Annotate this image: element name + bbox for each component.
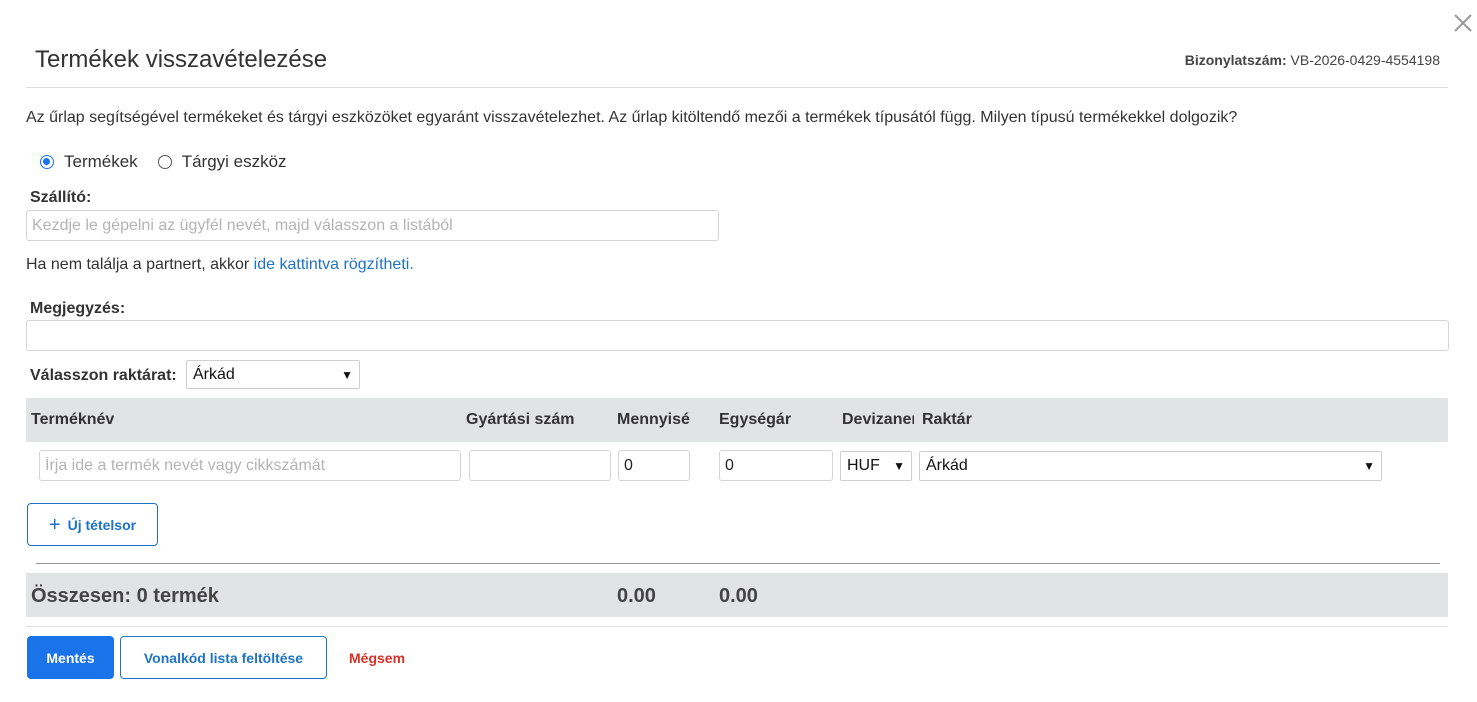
total-quantity: 0.00 [617, 585, 656, 607]
product-name-input[interactable] [39, 450, 461, 481]
note-input[interactable] [26, 320, 1449, 351]
currency-select-value: HUF [847, 457, 880, 474]
note-label: Megjegyzés: [30, 300, 126, 317]
add-row-button-label: Új tételsor [67, 516, 137, 533]
row-warehouse-select-value: Árkád [926, 457, 968, 474]
supplier-label: Szállító: [30, 189, 92, 206]
items-table-header: Terméknév Gyártási szám Mennyiség Egység… [26, 398, 1448, 442]
warehouse-select[interactable]: Árkád ▼ [186, 360, 360, 389]
cancel-button[interactable]: Mégsem [349, 650, 405, 666]
col-header-quantity: Mennyiség [617, 411, 690, 428]
add-row-button[interactable]: + Új tételsor [27, 503, 158, 546]
total-price: 0.00 [719, 585, 758, 607]
col-header-warehouse: Raktár [922, 411, 972, 428]
document-number-value: VB-2026-0429-4554198 [1290, 52, 1440, 68]
total-label: Összesen: 0 termék [31, 585, 219, 607]
footer-divider [26, 626, 1448, 627]
radio-unchecked-icon[interactable] [157, 155, 172, 169]
add-partner-link[interactable]: ide kattintva rögzítheti. [254, 256, 414, 273]
radio-products[interactable]: Termékek [40, 152, 138, 172]
warehouse-label: Válasszon raktárat: [30, 367, 177, 384]
col-header-name: Terméknév [31, 411, 115, 428]
radio-products-label: Termékek [64, 152, 138, 171]
modal-title: Termékek visszavételezése [35, 46, 328, 73]
document-number: Bizonylatszám: VB-2026-0429-4554198 [1185, 52, 1440, 68]
row-warehouse-select[interactable]: Árkád ▼ [919, 451, 1382, 481]
col-header-serial: Gyártási szám [466, 411, 575, 428]
supplier-hint: Ha nem találja a partnert, akkor ide kat… [26, 256, 414, 274]
plus-icon: + [48, 513, 61, 536]
total-bar: Összesen: 0 termék 0.00 0.00 [26, 573, 1448, 617]
currency-select[interactable]: HUF ▼ [840, 451, 912, 481]
radio-fixed-assets-label: Tárgyi eszköz [181, 152, 287, 171]
document-number-label: Bizonylatszám: [1184, 52, 1287, 68]
save-button[interactable]: Mentés [27, 636, 114, 679]
upload-barcode-list-button[interactable]: Vonalkód lista feltöltése [120, 636, 327, 679]
unit-price-input[interactable] [719, 450, 833, 481]
serial-number-input[interactable] [469, 450, 611, 481]
radio-checked-icon[interactable] [40, 155, 54, 169]
warehouse-select-value: Árkád [193, 365, 235, 383]
radio-fixed-assets[interactable]: Tárgyi eszköz [157, 152, 287, 172]
total-divider [36, 563, 1440, 564]
dropdown-arrow-icon: ▼ [341, 367, 353, 382]
product-type-radio-group: Termékek Tárgyi eszköz [40, 152, 307, 172]
supplier-hint-text: Ha nem találja a partnert, akkor [26, 256, 254, 273]
intro-text: Az űrlap segítségével termékeket és tárg… [26, 109, 1238, 126]
dropdown-arrow-icon: ▼ [1363, 459, 1375, 473]
col-header-currency: Devizanem [842, 411, 914, 428]
dropdown-arrow-icon: ▼ [893, 459, 905, 473]
col-header-unit-price: Egységár [719, 411, 792, 428]
close-icon[interactable] [1450, 10, 1476, 36]
quantity-input[interactable] [618, 450, 690, 481]
header-divider [26, 87, 1448, 88]
supplier-input[interactable] [26, 210, 719, 241]
